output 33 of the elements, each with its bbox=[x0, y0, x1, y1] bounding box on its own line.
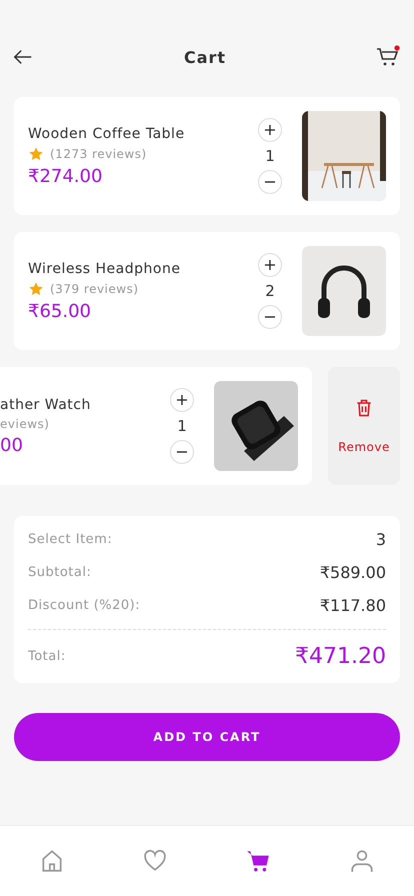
product-name: Wooden Coffee Table bbox=[28, 126, 186, 142]
summary-label: Select Item: bbox=[28, 532, 112, 547]
summary-label: Discount (%20): bbox=[28, 598, 140, 613]
page-title: Cart bbox=[184, 48, 226, 66]
review-count: eviews) bbox=[0, 416, 50, 430]
user-icon[interactable] bbox=[349, 848, 376, 874]
remove-button[interactable]: Remove bbox=[328, 367, 400, 485]
quantity: 2 bbox=[265, 282, 275, 300]
total-value: ₹471.20 bbox=[295, 644, 386, 669]
summary-value: ₹589.00 bbox=[320, 563, 386, 582]
product-name: Wireless Headphone bbox=[28, 260, 182, 276]
review-count: (1273 reviews) bbox=[50, 146, 147, 160]
summary-label: Subtotal: bbox=[28, 565, 92, 580]
decrease-button[interactable]: − bbox=[258, 305, 282, 329]
product-price: 00 bbox=[0, 434, 24, 456]
summary-value: ₹117.80 bbox=[320, 596, 386, 615]
increase-button[interactable]: + bbox=[258, 118, 282, 142]
total-label: Total: bbox=[28, 649, 66, 664]
product-name: ather Watch bbox=[0, 396, 92, 412]
quantity: 1 bbox=[177, 417, 187, 435]
product-price: ₹65.00 bbox=[28, 300, 92, 322]
star-icon bbox=[28, 280, 44, 296]
review-count: (379 reviews) bbox=[50, 282, 139, 296]
add-to-cart-button[interactable]: ADD TO CART bbox=[14, 713, 400, 761]
star-icon bbox=[28, 146, 44, 162]
product-price: ₹274.00 bbox=[28, 166, 104, 186]
increase-button[interactable]: + bbox=[170, 388, 194, 412]
decrease-button[interactable]: − bbox=[170, 440, 194, 464]
remove-label: Remove bbox=[338, 440, 390, 454]
quantity: 1 bbox=[265, 147, 275, 165]
summary-value: 3 bbox=[376, 530, 386, 549]
increase-button[interactable]: + bbox=[258, 253, 282, 277]
decrease-button[interactable]: − bbox=[258, 170, 282, 194]
